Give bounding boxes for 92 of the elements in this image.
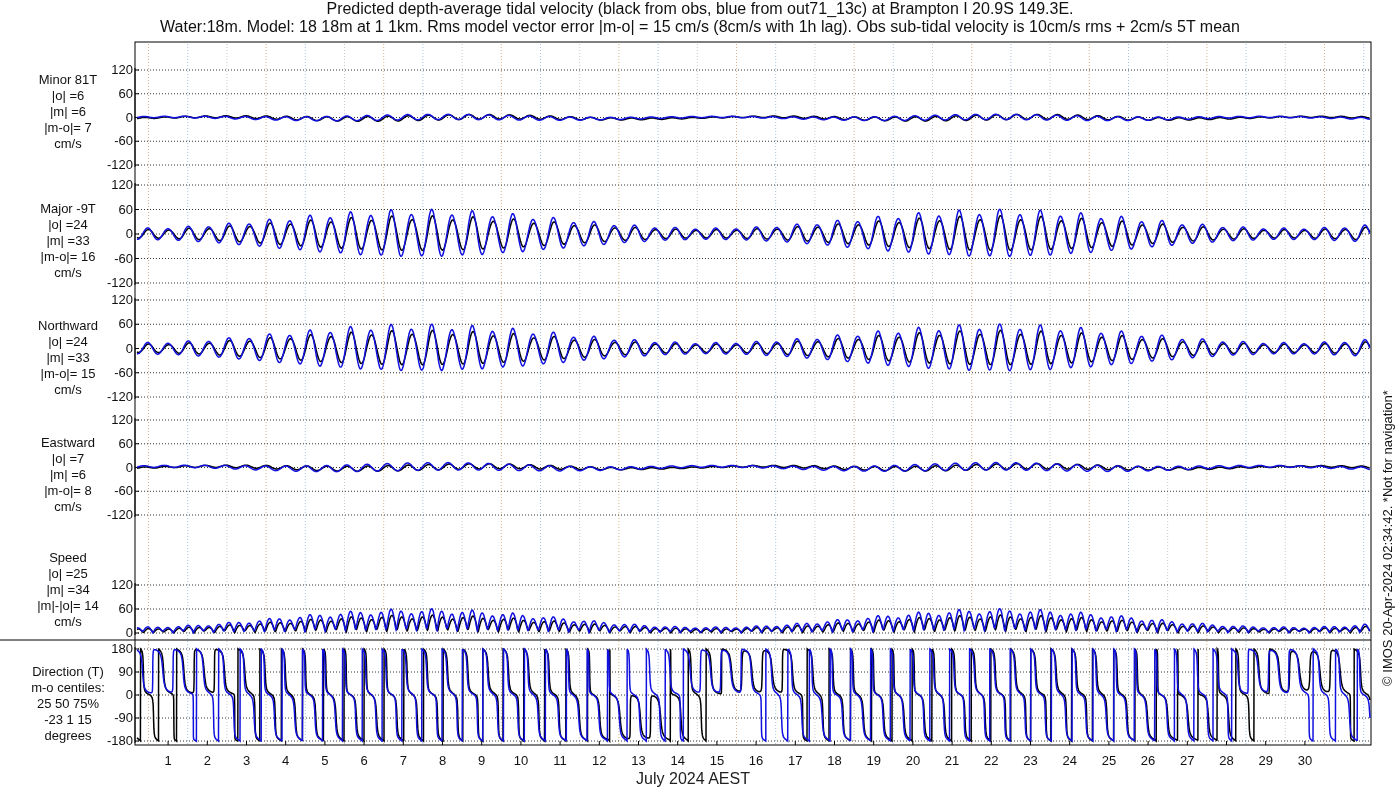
panel-label: |o| =24	[48, 334, 88, 349]
panel-label: cm/s	[54, 136, 82, 151]
panel-label: |m| =6	[50, 104, 86, 119]
x-tick-label: 16	[748, 753, 764, 768]
x-tick-label: 12	[592, 753, 607, 768]
y-tick-label: -120	[106, 507, 133, 522]
panel-label: Eastward	[40, 435, 96, 450]
panel-label: |m-o|= 15	[40, 366, 96, 381]
y-tick-label: 0	[125, 109, 133, 125]
panel-label: |o| =25	[48, 566, 88, 581]
panel-label: |m| =33	[46, 350, 90, 365]
x-tick-label: 1	[164, 753, 172, 768]
x-tick-label: 27	[1180, 753, 1195, 768]
y-tick-label: 0	[125, 340, 133, 356]
panel-label: Speed	[49, 550, 87, 565]
x-tick-label: 25	[1101, 753, 1117, 768]
y-tick-label: 120	[111, 177, 133, 192]
x-tick-label: 23	[1023, 753, 1038, 768]
panel-label: |m|-|o|= 14	[37, 598, 99, 613]
y-tick-label: 60	[118, 201, 133, 217]
y-tick-label: 120	[111, 577, 133, 592]
panel-label: |o| =7	[51, 451, 85, 466]
y-tick-label: 60	[118, 435, 133, 451]
panel-label: Major -9T	[40, 201, 96, 216]
panel-label: Direction (T)	[32, 664, 104, 679]
panel-label: cm/s	[54, 614, 82, 629]
x-tick-label: 24	[1062, 753, 1077, 768]
x-tick-label: 11	[553, 753, 567, 768]
x-tick-label: 4	[282, 753, 290, 768]
x-tick-label: 29	[1258, 753, 1273, 768]
y-tick-label: 120	[111, 292, 133, 307]
x-axis-label: July 2024 AEST	[636, 770, 750, 787]
x-tick-label: 9	[478, 753, 486, 768]
x-tick-label: 21	[944, 753, 960, 768]
panel-label: |m-o|= 7	[44, 120, 92, 135]
panel-label: |m| =33	[46, 233, 90, 248]
y-tick-label: -120	[106, 389, 133, 404]
credit-text: © IMOS 20-Apr-2024 02:34:42. *Not for navigation*	[1380, 390, 1395, 686]
x-tick-label: 17	[788, 753, 803, 768]
x-tick-label: 18	[827, 753, 842, 768]
y-tick-label: -120	[106, 275, 133, 290]
y-tick-label: -60	[114, 133, 133, 149]
x-tick-label: 28	[1219, 753, 1234, 768]
panel-label: Northward	[38, 318, 98, 333]
x-tick-label: 22	[984, 753, 999, 768]
panel-label: 25 50 75%	[36, 696, 100, 711]
x-tick-label: 19	[866, 753, 881, 768]
x-tick-label: 14	[670, 753, 685, 768]
x-tick-label: 6	[360, 753, 368, 768]
x-tick-label: 2	[203, 753, 211, 768]
panel-label: m-o centiles:	[31, 680, 105, 695]
y-tick-label: 60	[118, 85, 133, 101]
y-tick-label: 90	[118, 664, 133, 679]
x-tick-label: 30	[1297, 753, 1313, 768]
panel-label: |m| =6	[50, 467, 86, 482]
panel-label: cm/s	[54, 499, 82, 514]
y-tick-label: 120	[111, 62, 133, 77]
x-tick-label: 5	[321, 753, 329, 768]
panel-label: |o| =24	[48, 217, 88, 232]
y-tick-label: 0	[125, 625, 133, 640]
panel-label: |m| =34	[46, 582, 90, 597]
y-tick-label: 60	[118, 601, 133, 616]
panel-label: degrees	[44, 728, 92, 743]
x-tick-label: 7	[399, 753, 407, 768]
y-tick-label: -120	[106, 157, 133, 172]
panel-label: cm/s	[54, 265, 82, 280]
x-tick-label: 20	[905, 753, 921, 768]
x-tick-label: 15	[709, 753, 725, 768]
y-tick-label: 0	[125, 226, 133, 241]
x-tick-label: 8	[438, 753, 447, 768]
y-tick-label: 0	[125, 687, 133, 702]
panel-label: |m-o|= 8	[44, 483, 92, 498]
chart-title: Predicted depth-average tidal velocity (black from obs, blue from out71_13c) at Brampton I 20.9S 149.3E.	[326, 0, 1074, 18]
panel-label: Minor 81T	[38, 72, 98, 87]
y-tick-label: 180	[111, 641, 133, 656]
y-tick-label: 60	[118, 316, 133, 332]
y-tick-label: 0	[125, 459, 133, 475]
y-tick-label: 120	[111, 412, 133, 427]
panel-label: |m-o|= 16	[40, 249, 96, 264]
chart-title: Water:18m. Model: 18 18m at 1 1km. Rms model vector error |m-o| = 15 cm/s (8cm/s with 1h lag). Obs sub-tidal velocity is 10cm/s rms + 2cm/s 5T mean	[160, 18, 1240, 36]
panel-label: -23 1 15	[44, 712, 92, 727]
x-tick-label: 3	[242, 753, 251, 768]
x-tick-label: 26	[1140, 753, 1156, 768]
x-tick-label: 13	[631, 753, 646, 768]
y-tick-label: -180	[106, 733, 133, 748]
y-tick-label: -60	[114, 364, 133, 380]
y-tick-label: -60	[114, 483, 133, 499]
panel-label: |o| =6	[51, 88, 85, 103]
y-tick-label: -90	[114, 710, 133, 725]
panel-label: cm/s	[54, 382, 82, 397]
x-tick-label: 10	[513, 753, 529, 768]
y-tick-label: -60	[114, 250, 133, 266]
